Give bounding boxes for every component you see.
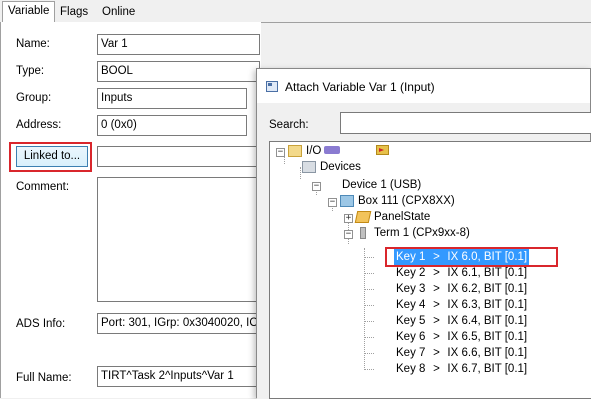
address-field[interactable]: 0 (0x0) (97, 115, 247, 136)
tab-variable[interactable]: Variable (2, 1, 56, 23)
name-label: Name: (16, 38, 50, 50)
key-address: IX 6.3, BIT [0.1] (447, 299, 528, 311)
attach-variable-dialog: Attach Variable Var 1 (Input) Search: − … (256, 68, 591, 399)
terminal-icon (360, 227, 366, 239)
key-name: Key 8 (396, 363, 426, 375)
key-separator: > (433, 331, 440, 343)
panelstate-icon (354, 211, 372, 223)
key-address: IX 6.1, BIT [0.1] (447, 267, 528, 279)
key-separator: > (433, 267, 440, 279)
key-separator: > (433, 347, 440, 359)
key1-highlight-box (385, 247, 558, 267)
linked-to-button[interactable]: Linked to... (16, 146, 88, 167)
tab-online[interactable]: Online (96, 2, 141, 21)
address-label: Address: (16, 119, 62, 131)
collapse-device1-toggle[interactable]: − (312, 182, 321, 191)
io-folder-icon (288, 145, 302, 157)
key-separator: > (433, 363, 440, 375)
tree-node-term[interactable]: Term 1 (CPx9xx-8) (374, 225, 470, 241)
key-name: Key 7 (396, 347, 426, 359)
type-label: Type: (16, 65, 45, 77)
devices-icon (302, 161, 316, 173)
key-separator: > (433, 299, 440, 311)
key-name: Key 6 (396, 331, 426, 343)
group-field[interactable]: Inputs (97, 88, 247, 109)
tree-node-panelstate[interactable]: PanelState (374, 209, 430, 225)
tree-node-devices[interactable]: Devices (320, 159, 361, 175)
window-icon (266, 81, 278, 92)
search-input[interactable] (340, 112, 591, 134)
expand-panelstate-toggle[interactable]: + (344, 214, 353, 223)
key-address: IX 6.4, BIT [0.1] (447, 315, 528, 327)
dialog-title: Attach Variable Var 1 (Input) (285, 80, 435, 94)
collapse-box-toggle[interactable]: − (328, 198, 337, 207)
key-address: IX 6.2, BIT [0.1] (447, 283, 528, 295)
full-name-label: Full Name: (16, 372, 72, 384)
tab-flags[interactable]: Flags (54, 2, 94, 21)
comment-label: Comment: (16, 181, 70, 193)
tree-node-key[interactable]: Key 7 > IX 6.6, BIT [0.1] (394, 345, 529, 361)
dialog-titlebar[interactable]: Attach Variable Var 1 (Input) (257, 69, 590, 103)
variable-tree[interactable]: − I/O Devices − Device 1 (USB) − Box 111… (269, 141, 591, 399)
tree-node-key[interactable]: Key 8 > IX 6.7, BIT [0.1] (394, 361, 529, 377)
usb-device-icon (324, 146, 340, 154)
tree-node-box[interactable]: Box 111 (CPX8XX) (358, 193, 455, 209)
tree-node-key[interactable]: Key 3 > IX 6.2, BIT [0.1] (394, 281, 529, 297)
box-icon (340, 195, 354, 207)
tree-node-key[interactable]: Key 6 > IX 6.5, BIT [0.1] (394, 329, 529, 345)
collapse-term-toggle[interactable]: − (344, 230, 353, 239)
tree-node-device1[interactable]: Device 1 (USB) (342, 177, 421, 193)
key-name: Key 4 (396, 299, 426, 311)
ads-info-label: ADS Info: (16, 318, 66, 330)
key-address: IX 6.5, BIT [0.1] (447, 331, 528, 343)
key-name: Key 2 (396, 267, 426, 279)
key-separator: > (433, 283, 440, 295)
group-label: Group: (16, 92, 52, 104)
dialog-body: Search: − I/O Devices − Device 1 (USB) −… (257, 103, 591, 399)
tree-node-io[interactable]: I/O (306, 143, 321, 159)
key-address: IX 6.6, BIT [0.1] (447, 347, 528, 359)
key-name: Key 3 (396, 283, 426, 295)
tree-node-key[interactable]: Key 5 > IX 6.4, BIT [0.1] (394, 313, 529, 329)
key-icon (376, 145, 389, 155)
key-separator: > (433, 315, 440, 327)
key-address: IX 6.7, BIT [0.1] (447, 363, 528, 375)
type-field[interactable]: BOOL (97, 61, 260, 82)
tree-node-key[interactable]: Key 4 > IX 6.3, BIT [0.1] (394, 297, 529, 313)
full-name-field: TIRT^Task 2^Inputs^Var 1 (97, 366, 260, 387)
name-field[interactable]: Var 1 (97, 34, 260, 55)
tab-strip: Variable Flags Online (0, 0, 591, 23)
search-label: Search: (269, 119, 309, 131)
linked-field[interactable] (97, 146, 260, 167)
comment-textarea[interactable] (97, 177, 257, 302)
ads-info-field: Port: 301, IGrp: 0x3040020, IOff (97, 313, 260, 334)
key-name: Key 5 (396, 315, 426, 327)
collapse-io-toggle[interactable]: − (276, 148, 285, 157)
tree-node-key[interactable]: Key 2 > IX 6.1, BIT [0.1] (394, 265, 529, 281)
